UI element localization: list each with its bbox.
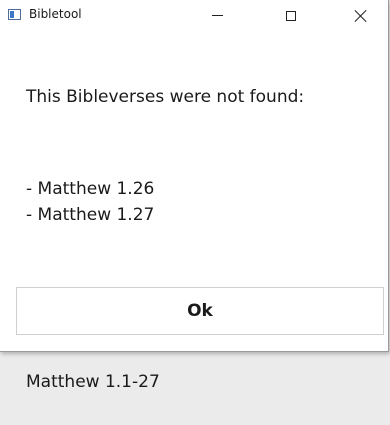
list-item: - Matthew 1.26 [26, 179, 155, 199]
app-window-icon [8, 9, 21, 20]
background-verse-range: Matthew 1.1-27 [26, 372, 160, 392]
background-panel: Matthew 1.1-27 [0, 345, 390, 425]
maximize-button[interactable] [268, 0, 314, 31]
close-icon [355, 10, 367, 22]
missing-verse-list: - Matthew 1.26 - Matthew 1.27 [26, 176, 154, 228]
title-bar[interactable]: Bibletool [0, 0, 388, 31]
minimize-icon [211, 15, 223, 16]
dialog-message: This Bibleverses were not found: [26, 87, 305, 107]
maximize-icon [286, 10, 296, 21]
close-button[interactable] [338, 0, 384, 31]
minimize-button[interactable] [194, 0, 240, 31]
window-title: Bibletool [29, 7, 82, 21]
list-item: - Matthew 1.27 [26, 205, 155, 225]
not-found-dialog: Bibletool This Bibleverses were not foun… [0, 0, 389, 352]
ok-button[interactable]: Ok [16, 287, 384, 335]
